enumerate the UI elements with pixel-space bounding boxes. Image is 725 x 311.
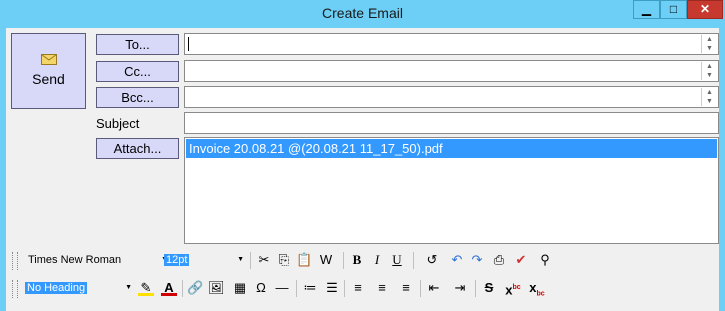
title-bar[interactable]: Create Email ▁ □ ✕ (0, 0, 725, 27)
attachment-list[interactable]: Invoice 20.08.21 @(20.08.21 11_17_50).pd… (184, 137, 719, 244)
toolbar-separator (420, 280, 421, 297)
numbered-list-icon[interactable]: ≔ (302, 280, 318, 296)
bcc-spin-control[interactable]: ▲ ▼ (701, 88, 717, 106)
chevron-down-icon[interactable]: ▼ (237, 251, 244, 269)
font-family-value: Times New Roman (28, 254, 122, 266)
toolbar-grip[interactable] (17, 252, 21, 270)
table-icon[interactable]: ▦ (232, 280, 248, 296)
paragraph-style-value: No Heading (25, 282, 88, 294)
bold-icon[interactable]: B (349, 252, 365, 268)
copy-icon[interactable]: ⎘ (276, 252, 292, 268)
align-left-icon[interactable]: ≡ (350, 280, 366, 296)
cut-icon[interactable]: ✂ (256, 252, 272, 268)
hyperlink-icon[interactable]: 🔗 (187, 280, 203, 296)
refresh-icon[interactable]: ↺ (424, 252, 440, 268)
image-icon[interactable]: 🖼 (208, 280, 225, 296)
align-center-icon[interactable]: ≡ (374, 280, 390, 296)
to-button[interactable]: To... (96, 34, 179, 55)
cc-spin-control[interactable]: ▲ ▼ (701, 62, 717, 80)
send-label: Send (32, 71, 65, 87)
find-icon[interactable]: ⚲ (537, 252, 553, 268)
email-form: Send To... ▲ ▼ Cc... ▲ ▼ Bcc... ▲ ▼ Subject… (6, 28, 719, 311)
superscript-icon[interactable]: xbc (505, 280, 521, 297)
paste-icon[interactable]: 📋 (296, 252, 312, 268)
font-color-icon[interactable]: A (161, 280, 177, 296)
create-email-window: Create Email ▁ □ ✕ Send To... ▲ ▼ Cc... ▲… (0, 0, 725, 311)
paragraph-style-select[interactable]: No Heading ▼ (25, 279, 132, 297)
align-right-icon[interactable]: ≡ (398, 280, 414, 296)
subject-label: Subject (96, 116, 140, 131)
subscript-icon[interactable]: xbc (529, 280, 545, 298)
underline-icon[interactable]: U (389, 252, 405, 268)
italic-icon[interactable]: I (369, 252, 385, 268)
outdent-icon[interactable]: ⇤ (426, 280, 442, 296)
special-character-icon[interactable]: Ω (253, 280, 269, 296)
toolbar-separator (344, 280, 345, 297)
toolbar-separator (475, 280, 476, 297)
cc-button[interactable]: Cc... (96, 61, 179, 82)
toolbar-separator (296, 280, 297, 297)
to-spin-control[interactable]: ▲ ▼ (701, 35, 717, 53)
minimize-button[interactable]: ▁ (633, 0, 660, 19)
envelope-icon (40, 54, 57, 65)
toolbar-grip[interactable] (17, 280, 21, 298)
cc-field[interactable]: ▲ ▼ (184, 60, 719, 82)
to-field[interactable]: ▲ ▼ (184, 33, 719, 55)
indent-icon[interactable]: ⇥ (452, 280, 468, 296)
toolbar-separator (250, 252, 251, 269)
toolbar-separator (413, 252, 414, 269)
bcc-field[interactable]: ▲ ▼ (184, 86, 719, 108)
text-caret (188, 37, 189, 51)
strikethrough-icon[interactable]: S (481, 280, 497, 296)
close-button[interactable]: ✕ (687, 0, 723, 19)
send-button[interactable]: Send (11, 33, 86, 109)
chevron-down-icon[interactable]: ▼ (125, 279, 132, 297)
highlight-icon[interactable]: ✎ (138, 280, 154, 296)
subject-field[interactable] (184, 112, 719, 134)
redo-icon[interactable]: ↷ (469, 252, 485, 268)
toolbar-separator (182, 280, 183, 297)
toolbar-separator (343, 252, 344, 269)
toolbar-grip[interactable] (12, 280, 16, 298)
bullet-list-icon[interactable]: ☰ (324, 280, 340, 296)
horizontal-rule-icon[interactable]: — (274, 280, 290, 296)
font-size-select[interactable]: 12pt ▼ (164, 251, 244, 269)
print-icon[interactable]: ⎙ (491, 252, 507, 268)
font-family-select[interactable]: Times New Roman▼ (28, 251, 168, 269)
maximize-button[interactable]: □ (660, 0, 687, 19)
attach-button[interactable]: Attach... (96, 138, 179, 159)
attachment-item[interactable]: Invoice 20.08.21 @(20.08.21 11_17_50).pd… (186, 139, 717, 158)
undo-icon[interactable]: ↶ (449, 252, 465, 268)
spellcheck-icon[interactable]: ✔ (513, 252, 529, 268)
window-title: Create Email (322, 5, 403, 21)
bcc-button[interactable]: Bcc... (96, 87, 179, 108)
toolbar-grip[interactable] (12, 252, 16, 270)
font-size-value: 12pt (164, 254, 190, 266)
paste-word-icon[interactable]: W (318, 252, 334, 268)
